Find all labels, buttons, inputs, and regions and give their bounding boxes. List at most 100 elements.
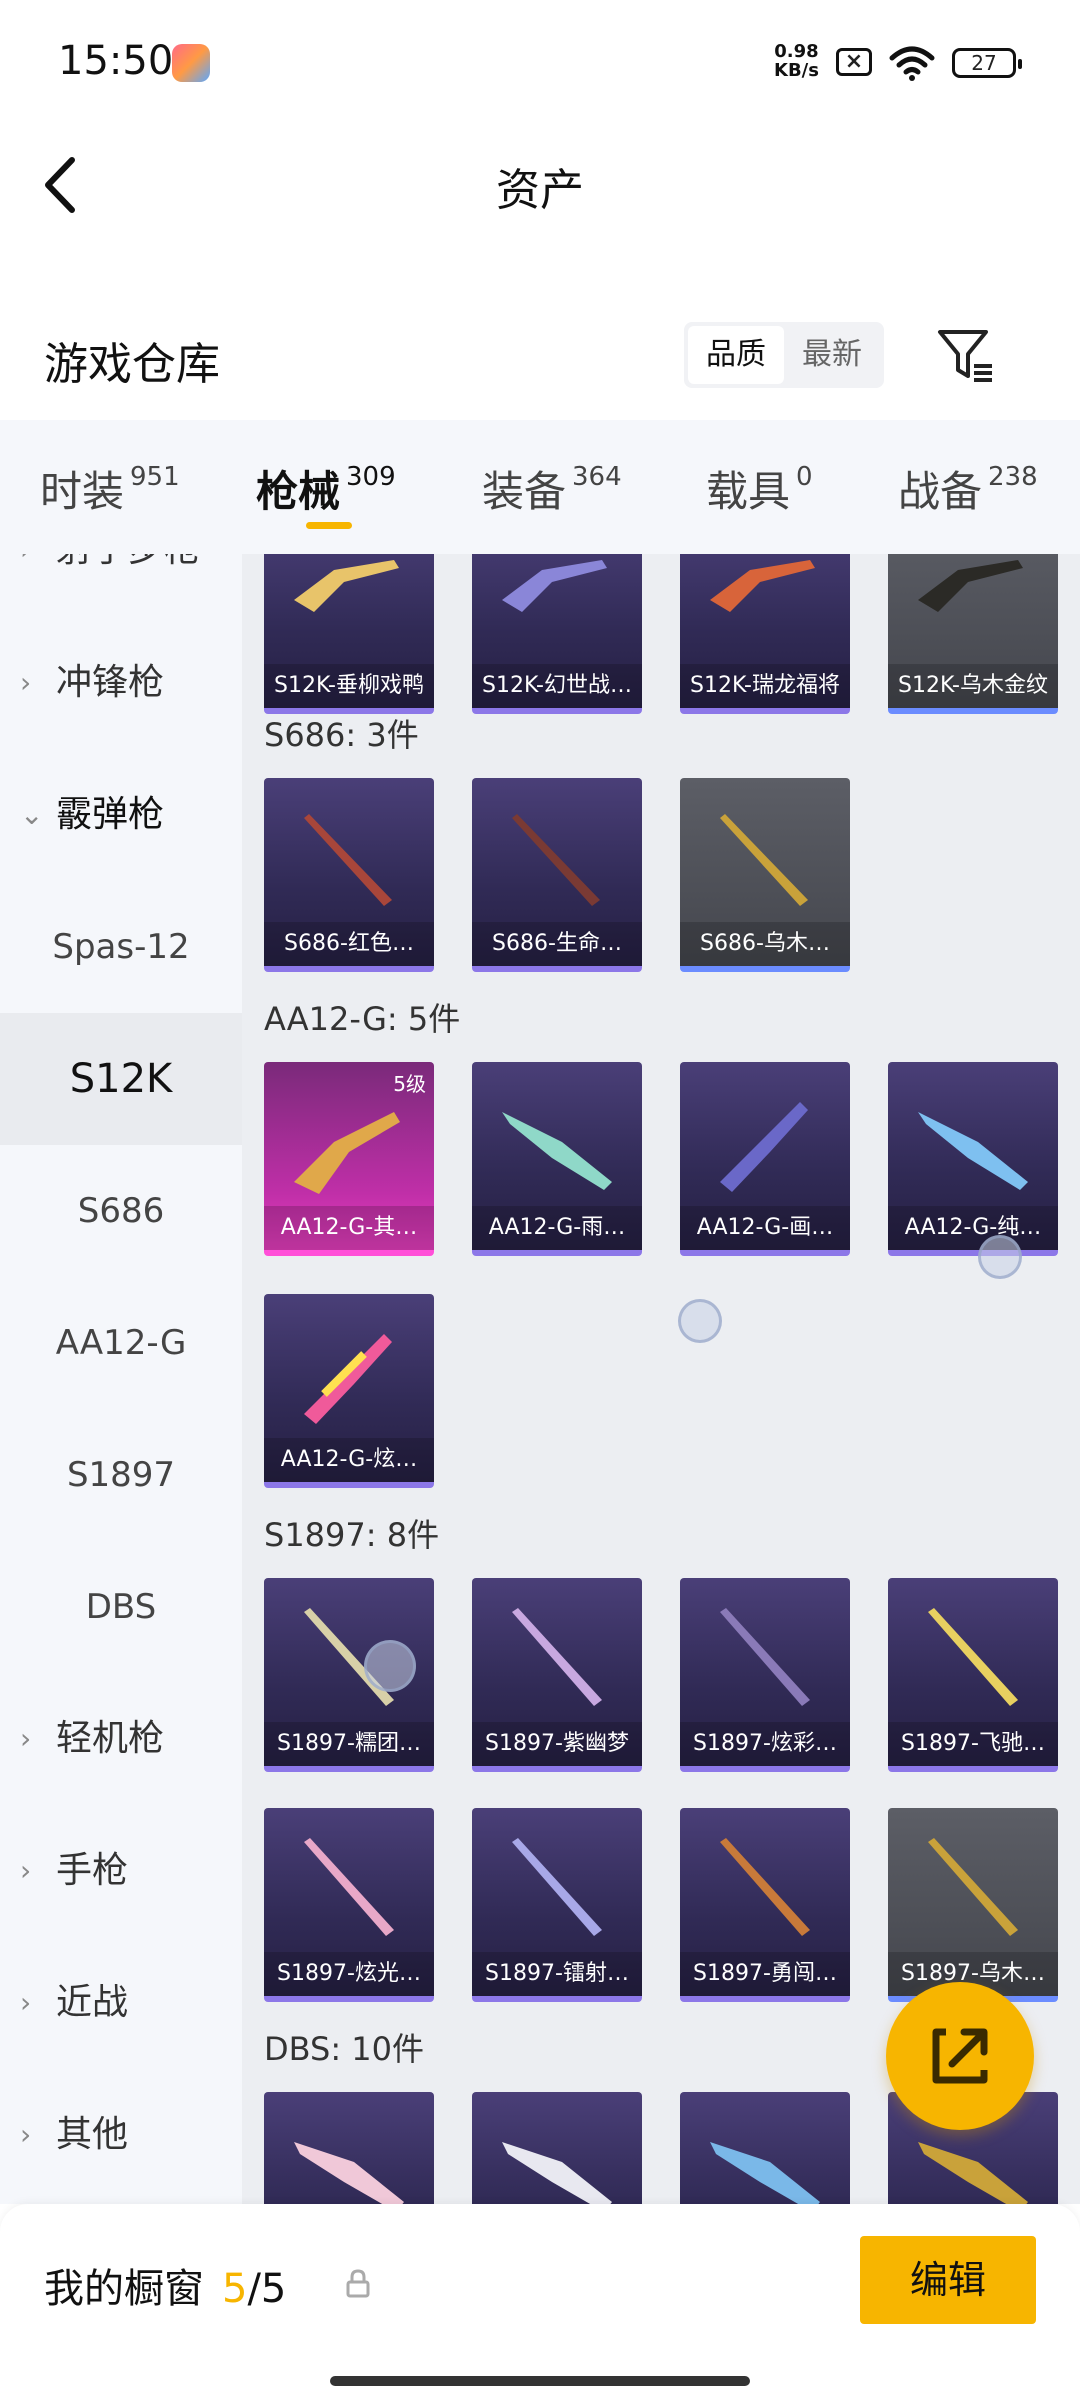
rifle-icon: [918, 560, 1023, 612]
rifle-icon: [918, 1112, 1028, 1190]
weapon-card[interactable]: 5级 AA12-G-其…: [264, 1062, 434, 1256]
shotgun-icon: [710, 2142, 820, 2204]
weapon-card[interactable]: S12K-瑞龙福将: [680, 554, 850, 714]
sidebar-item-s12k[interactable]: S12K: [0, 1013, 242, 1145]
weapon-card[interactable]: AA12-G-炫…: [264, 1294, 434, 1488]
weapon-card[interactable]: S1897-勇闯…: [680, 1808, 850, 2002]
share-icon: [932, 2028, 988, 2084]
weapon-card-label: S1897-紫幽梦: [472, 1722, 642, 1766]
sort-newest-button[interactable]: 最新: [784, 326, 880, 384]
sort-toggle: 品质 最新: [684, 322, 884, 388]
chevron-right-icon: ›: [20, 666, 32, 699]
sidebar-item-other[interactable]: › 其他: [0, 2069, 242, 2201]
weapon-card[interactable]: S12K-幻世战…: [472, 554, 642, 714]
chevron-right-icon: ›: [20, 554, 31, 616]
weapon-card-label: S1897-炫光…: [264, 1952, 434, 1996]
sidebar-item-smg[interactable]: › 冲锋枪: [0, 617, 242, 749]
tab-label: 时装: [40, 467, 125, 516]
weapon-card[interactable]: S12K-乌木金纹: [888, 554, 1058, 714]
shotgun-icon: [720, 1838, 810, 1936]
sidebar-item-label: 近战: [56, 1982, 129, 2023]
rifle-icon: [720, 1102, 808, 1192]
game-app-icon: [172, 44, 210, 82]
category-tabs: 时装 951 枪械 309 装备 364 载具 0 战备 238: [0, 420, 1080, 554]
filter-button[interactable]: [930, 322, 1000, 388]
weapon-grid: S12K-垂柳戏鸭 S12K-幻世战… S12K-瑞龙福将 S12K-乌木金纹 …: [242, 554, 1080, 2204]
weapon-card-label: AA12-G-画…: [680, 1206, 850, 1250]
tab-count: 364: [572, 462, 622, 492]
shotgun-icon: [294, 2142, 404, 2204]
showcase-total-count: /5: [247, 2266, 287, 2312]
weapon-card[interactable]: S1897-炫彩…: [680, 1578, 850, 1772]
section-header-s686: S686: 3件: [264, 716, 419, 754]
chevron-right-icon: ›: [20, 1986, 32, 2019]
weapon-card[interactable]: [472, 2092, 642, 2204]
shotgun-icon: [720, 1608, 810, 1706]
sidebar-item-pistol[interactable]: › 手枪: [0, 1805, 242, 1937]
weapon-card[interactable]: S12K-垂柳戏鸭: [264, 554, 434, 714]
weapon-card-label: AA12-G-其…: [264, 1206, 434, 1250]
shotgun-icon: [720, 814, 808, 906]
edit-button[interactable]: 编辑: [860, 2236, 1036, 2324]
tab-label: 装备: [482, 467, 567, 516]
home-indicator[interactable]: [330, 2376, 750, 2386]
weapon-card[interactable]: AA12-G-雨…: [472, 1062, 642, 1256]
tab-equipment[interactable]: 装备 364: [482, 458, 622, 519]
weapon-card[interactable]: S1897-镭射…: [472, 1808, 642, 2002]
rifle-icon: [502, 1112, 612, 1190]
net-speed-unit: KB/s: [774, 60, 819, 81]
tab-fashion[interactable]: 时装 951: [40, 458, 180, 519]
share-button[interactable]: [886, 1982, 1034, 2130]
sidebar-item-marksman[interactable]: › 射手步枪: [0, 554, 242, 616]
shotgun-icon: [304, 814, 392, 906]
weapon-card[interactable]: [680, 2092, 850, 2204]
chevron-right-icon: ›: [20, 1722, 32, 1755]
sidebar-item-spas12[interactable]: Spas-12: [0, 881, 242, 1013]
weapon-card[interactable]: [264, 2092, 434, 2204]
sidebar-item-shotgun[interactable]: ⌄ 霰弹枪: [0, 749, 242, 881]
weapon-card-label: S686-乌木…: [680, 922, 850, 966]
touch-indicator: [978, 1235, 1022, 1279]
tab-label: 枪械: [256, 467, 341, 516]
rifle-icon: [294, 560, 399, 612]
sidebar-item-melee[interactable]: › 近战: [0, 1937, 242, 2069]
sidebar-item-label: 霰弹枪: [56, 794, 165, 835]
tab-tactical[interactable]: 战备 238: [898, 458, 1038, 519]
weapon-card[interactable]: S1897-乌木…: [888, 1808, 1058, 2002]
weapon-card[interactable]: S1897-炫光…: [264, 1808, 434, 2002]
tab-count: 309: [346, 462, 396, 492]
sidebar-item-aa12g[interactable]: AA12-G: [0, 1277, 242, 1409]
chevron-right-icon: ›: [20, 1854, 32, 1887]
shotgun-icon: [502, 2142, 612, 2204]
weapon-card[interactable]: S1897-飞驰…: [888, 1578, 1058, 1772]
sidebar-item-s686[interactable]: S686: [0, 1145, 242, 1277]
sidebar-item-label: 手枪: [56, 1850, 129, 1891]
sort-quality-button[interactable]: 品质: [688, 326, 784, 384]
tab-vehicles[interactable]: 载具 0: [706, 458, 813, 519]
tab-count: 0: [796, 462, 813, 492]
weapon-type-sidebar: › 射手步枪 › 冲锋枪 ⌄ 霰弹枪 Spas-12 S12K S686 AA12-G…: [0, 554, 242, 2204]
weapon-card[interactable]: S686-乌木…: [680, 778, 850, 972]
tab-guns[interactable]: 枪械 309: [256, 458, 396, 519]
weapon-card-label: S12K-幻世战…: [472, 664, 642, 708]
sidebar-item-label: 轻机枪: [56, 1718, 165, 1759]
weapon-card-label: AA12-G-纯…: [888, 1206, 1058, 1250]
rifle-icon: [710, 560, 815, 612]
weapon-card[interactable]: AA12-G-纯…: [888, 1062, 1058, 1256]
weapon-card-label: S12K-瑞龙福将: [680, 664, 850, 708]
lock-icon: [346, 2269, 370, 2298]
weapon-card[interactable]: S686-红色…: [264, 778, 434, 972]
sidebar-item-dbs[interactable]: DBS: [0, 1541, 242, 1673]
weapon-card[interactable]: S1897-紫幽梦: [472, 1578, 642, 1772]
sidebar-item-s1897[interactable]: S1897: [0, 1409, 242, 1541]
weapon-card-label: S1897-勇闯…: [680, 1952, 850, 1996]
sidebar-item-label: 冲锋枪: [56, 662, 165, 703]
showcase-used-count: 5: [222, 2266, 248, 2312]
section-header-s1897: S1897: 8件: [264, 1516, 440, 1554]
status-time: 15:50: [58, 38, 174, 84]
sidebar-item-lmg[interactable]: › 轻机枪: [0, 1673, 242, 1805]
weapon-card[interactable]: AA12-G-画…: [680, 1062, 850, 1256]
no-sim-icon: ×: [836, 48, 872, 76]
weapon-card[interactable]: S686-生命…: [472, 778, 642, 972]
tab-label: 战备: [898, 467, 983, 516]
